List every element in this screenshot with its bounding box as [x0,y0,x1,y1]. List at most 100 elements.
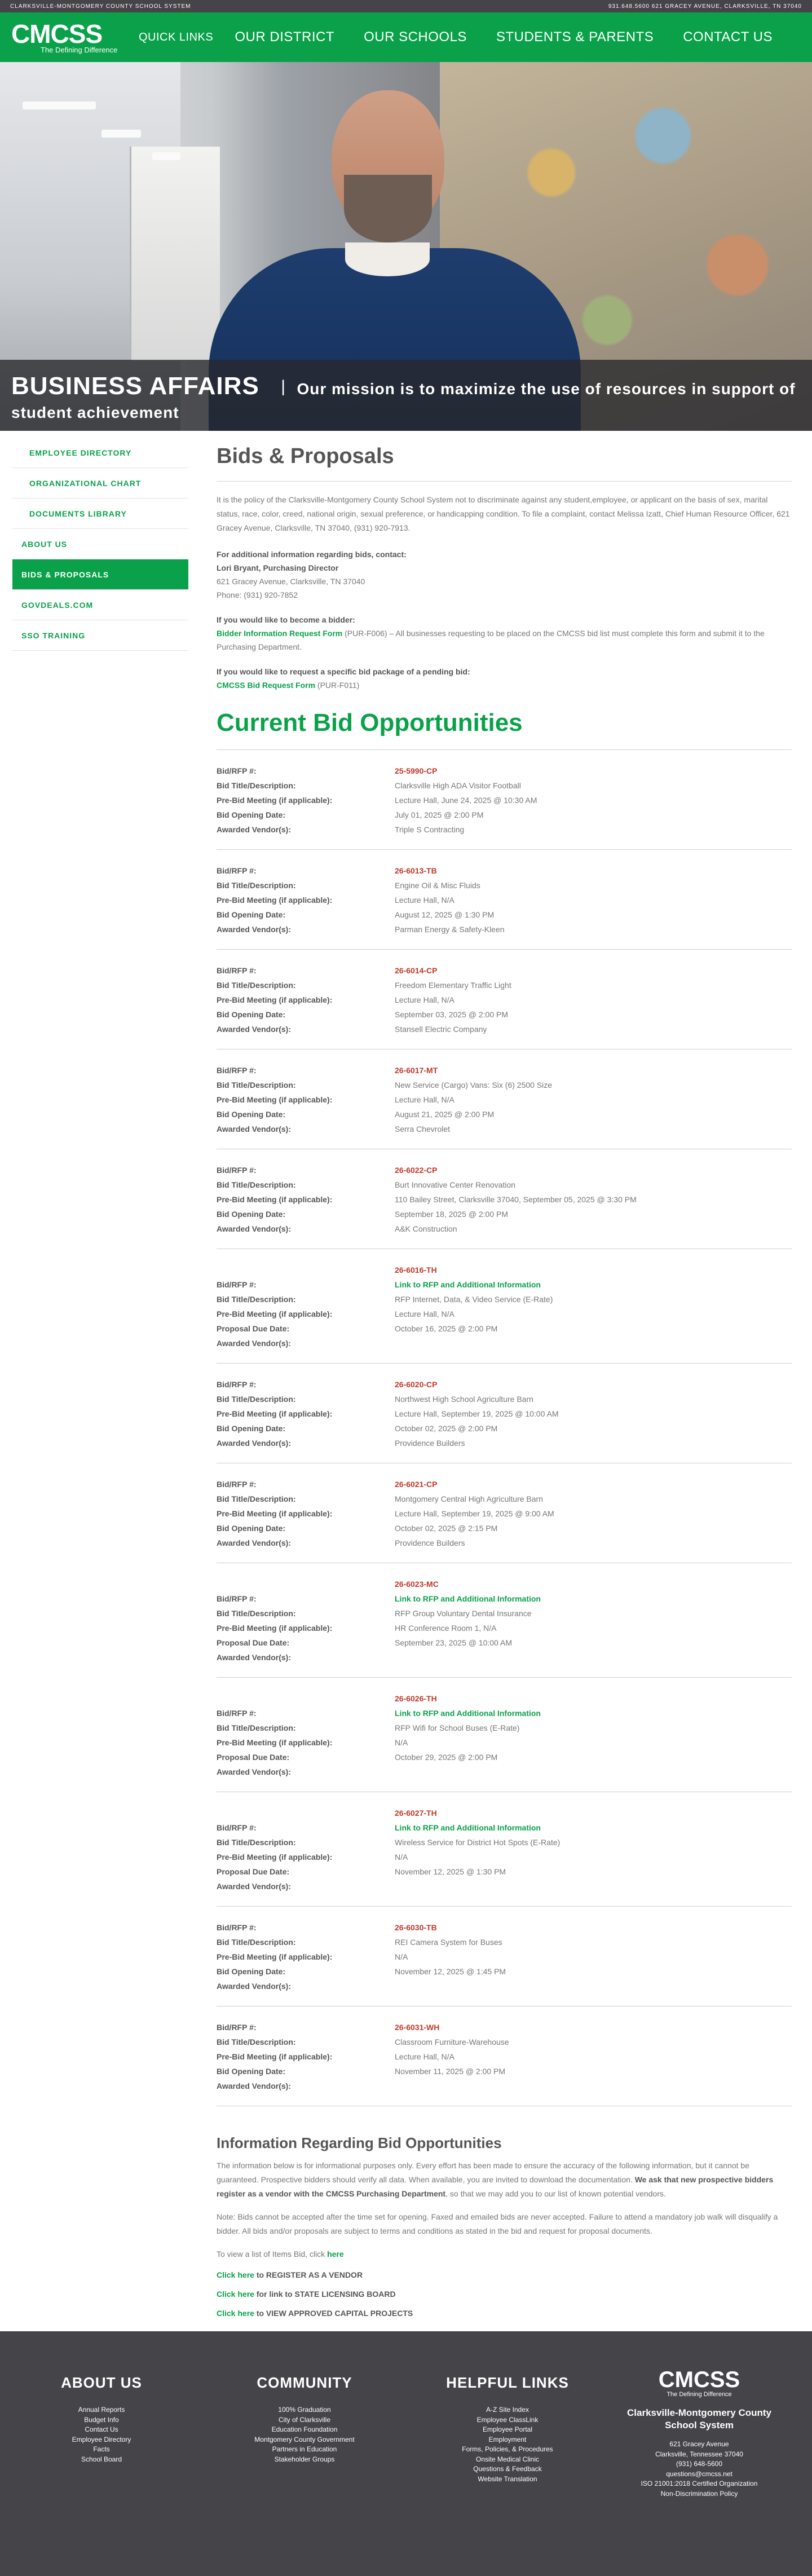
bid-info-paragraph: The information below is for information… [217,2159,792,2201]
footer-link[interactable]: Partners in Education [231,2445,378,2455]
page-title: Bids & Proposals [217,444,394,468]
footer-link[interactable]: Website Translation [440,2474,575,2485]
footer-link[interactable]: School Board [45,2455,158,2465]
bid-field-label: Bid Opening Date: [217,1110,286,1119]
bid-field-label: Proposal Due Date: [217,1753,290,1762]
main-content: Bids & Proposals It is the policy of the… [217,438,792,2328]
bid-field-row: Bid/RFP #: 26-6027-TH Link to RFP and Addi… [217,1806,792,1835]
items-bid-link[interactable]: here [327,2249,344,2259]
bid-field-label: Bid Title/Description: [217,981,296,990]
footer-logo[interactable]: CMCSS [620,2368,778,2391]
bid-field-row: Bid Opening Date: August 21, 2025 @ 2:00 … [217,1107,792,1122]
bid-field-label: Bid Title/Description: [217,1494,296,1503]
footer-link[interactable]: Facts [45,2445,158,2455]
footer-link[interactable]: 100% Graduation [231,2405,378,2415]
bid-field-value: A&K Construction [395,1224,457,1233]
bid-field-row: Bid/RFP #: 26-6031-WH [217,2020,792,2035]
bid-field-row: Bid Title/Description: Wireless Service f… [217,1835,792,1850]
bid-field-value: October 02, 2025 @ 2:15 PM [395,1524,498,1533]
hero-separator: | [281,377,286,396]
bid-field-value: Parman Energy & Safety-Kleen [395,925,505,934]
sidebar-item-employee-directory[interactable]: EMPLOYEE DIRECTORY [12,438,188,468]
bid-field-row: Bid Title/Description: Montgomery Central… [217,1492,792,1506]
quick-links-toggle[interactable]: QUICK LINKS [139,31,213,44]
footer-link[interactable]: Employment [440,2435,575,2445]
bid-request-form-code: (PUR-F011) [315,681,360,690]
footer-link[interactable]: Stakeholder Groups [231,2455,378,2465]
footer-org-name: Clarksville-Montgomery County School Sys… [627,2407,771,2431]
licensing-board-text: for link to STATE LICENSING BOARD [254,2290,396,2299]
bid-field-value: Providence Builders [395,1439,465,1448]
footer-link[interactable]: Employee ClassLink [440,2415,575,2425]
bid-field-value [395,1336,792,1351]
hero-ceiling-light [152,152,180,160]
footer-link[interactable]: Montgomery County Government [231,2435,378,2445]
sidebar-item-about-us[interactable]: ABOUT US [12,529,188,559]
footer-link[interactable]: Forms, Policies, & Procedures [440,2445,575,2455]
bid-field-value: Providence Builders [395,1538,465,1547]
nav-our-district[interactable]: OUR DISTRICT [235,29,334,45]
footer-link[interactable]: City of Clarksville [231,2415,378,2425]
nav-contact-us[interactable]: CONTACT US [683,29,773,45]
footer-org-line: ISO 21001:2018 Certified Organization [641,2480,758,2487]
bid-field-label: Awarded Vendor(s): [217,2081,291,2090]
bid-field-value: N/A [395,1738,408,1747]
sidebar-item-organizational-chart[interactable]: ORGANIZATIONAL CHART [12,468,188,499]
bid-field-row: Bid Opening Date: September 03, 2025 @ 2:… [217,1007,792,1022]
footer-org-line: questions@cmcss.net [666,2469,732,2478]
bid-field-row: Bid/RFP #: 26-6017-MT [217,1063,792,1078]
footer-link[interactable]: Questions & Feedback [440,2464,575,2474]
sidebar-item-documents-library[interactable]: DOCUMENTS LIBRARY [12,499,188,529]
nav-our-schools[interactable]: OUR SCHOOLS [364,29,467,45]
non-discrimination-policy: It is the policy of the Clarksville-Mont… [217,495,790,532]
bid-field-row: Proposal Due Date: September 23, 2025 @ 1… [217,1635,792,1650]
bid-field-row: Awarded Vendor(s): Providence Builders [217,1536,792,1550]
bid-field-label: Awarded Vendor(s): [217,1982,291,1991]
bid-entry: Bid/RFP #: 26-6013-TB Bid Title/Descriptio… [217,850,792,950]
bid-entry: Bid/RFP #: 25-5990-CP Bid Title/Descriptio… [217,750,792,850]
sidebar-item-bids-proposals[interactable]: BIDS & PROPOSALS [12,559,188,590]
rfp-info-link[interactable]: Link to RFP and Additional Information [395,1706,792,1721]
footer-link[interactable]: Onsite Medical Clinic [440,2455,575,2465]
bid-field-label: Bid Title/Description: [217,1180,296,1189]
register-vendor-link[interactable]: Click here [217,2270,254,2279]
bid-number-cell: 26-6031-WH [395,2020,792,2035]
bidder-form-link[interactable]: Bidder Information Request Form [217,629,342,638]
bid-field-label: Pre-Bid Meeting (if applicable): [217,1509,333,1518]
bid-field-row: Pre-Bid Meeting (if applicable): Lecture … [217,1307,792,1321]
capital-projects-link[interactable]: Click here [217,2309,254,2318]
footer-link[interactable]: Employee Directory [45,2435,158,2445]
bid-field-label: Bid/RFP #: [217,766,257,775]
bid-field-row: Bid Opening Date: November 11, 2025 @ 2:0… [217,2064,792,2079]
bid-field-label: Pre-Bid Meeting (if applicable): [217,1309,333,1318]
bid-request-form-link[interactable]: CMCSS Bid Request Form [217,681,315,690]
bid-field-row: Pre-Bid Meeting (if applicable): Lecture … [217,1406,792,1421]
footer-link[interactable]: A-Z Site Index [440,2405,575,2415]
bid-field-value: September 23, 2025 @ 10:00 AM [395,1638,513,1647]
cmcss-logo[interactable]: CMCSS The Defining Difference [9,17,122,57]
nav-students-parents[interactable]: STUDENTS & PARENTS [496,29,654,45]
sidebar-item-sso-training[interactable]: SSO TRAINING [12,620,188,651]
footer-link[interactable]: Budget Info [45,2415,158,2425]
footer-link[interactable]: Employee Portal [440,2425,575,2435]
rfp-info-link[interactable]: Link to RFP and Additional Information [395,1277,792,1292]
rfp-info-link[interactable]: Link to RFP and Additional Information [395,1820,792,1835]
footer-link[interactable]: Education Foundation [231,2425,378,2435]
bid-field-value: RFP Group Voluntary Dental Insurance [395,1609,532,1618]
bid-field-value: Freedom Elementary Traffic Light [395,981,511,990]
footer-about-list: Annual Reports Budget Info Contact Us Emplo… [45,2405,158,2464]
bid-field-row: Bid Opening Date: November 12, 2025 @ 1:4… [217,1964,792,1979]
bid-field-value: Wireless Service for District Hot Spots … [395,1838,561,1847]
footer-community-title: COMMUNITY [257,2374,352,2391]
footer-org-column: CMCSS The Defining Difference Clarksvill… [620,2368,778,2499]
footer-link[interactable]: Annual Reports [45,2405,158,2415]
sidebar-item-govdeals[interactable]: GOVDEALS.COM [12,590,188,620]
bid-field-row: Awarded Vendor(s): Triple S Contracting [217,822,792,837]
bid-field-label: Awarded Vendor(s): [217,1538,291,1547]
bid-field-label: Bid/RFP #: [217,1166,257,1175]
licensing-board-link[interactable]: Click here [217,2290,254,2299]
rfp-info-link[interactable]: Link to RFP and Additional Information [395,1591,792,1606]
logo-tagline: The Defining Difference [41,46,118,54]
footer-community-list: 100% Graduation City of Clarksville Educat… [231,2405,378,2464]
footer-link[interactable]: Contact Us [45,2425,158,2435]
